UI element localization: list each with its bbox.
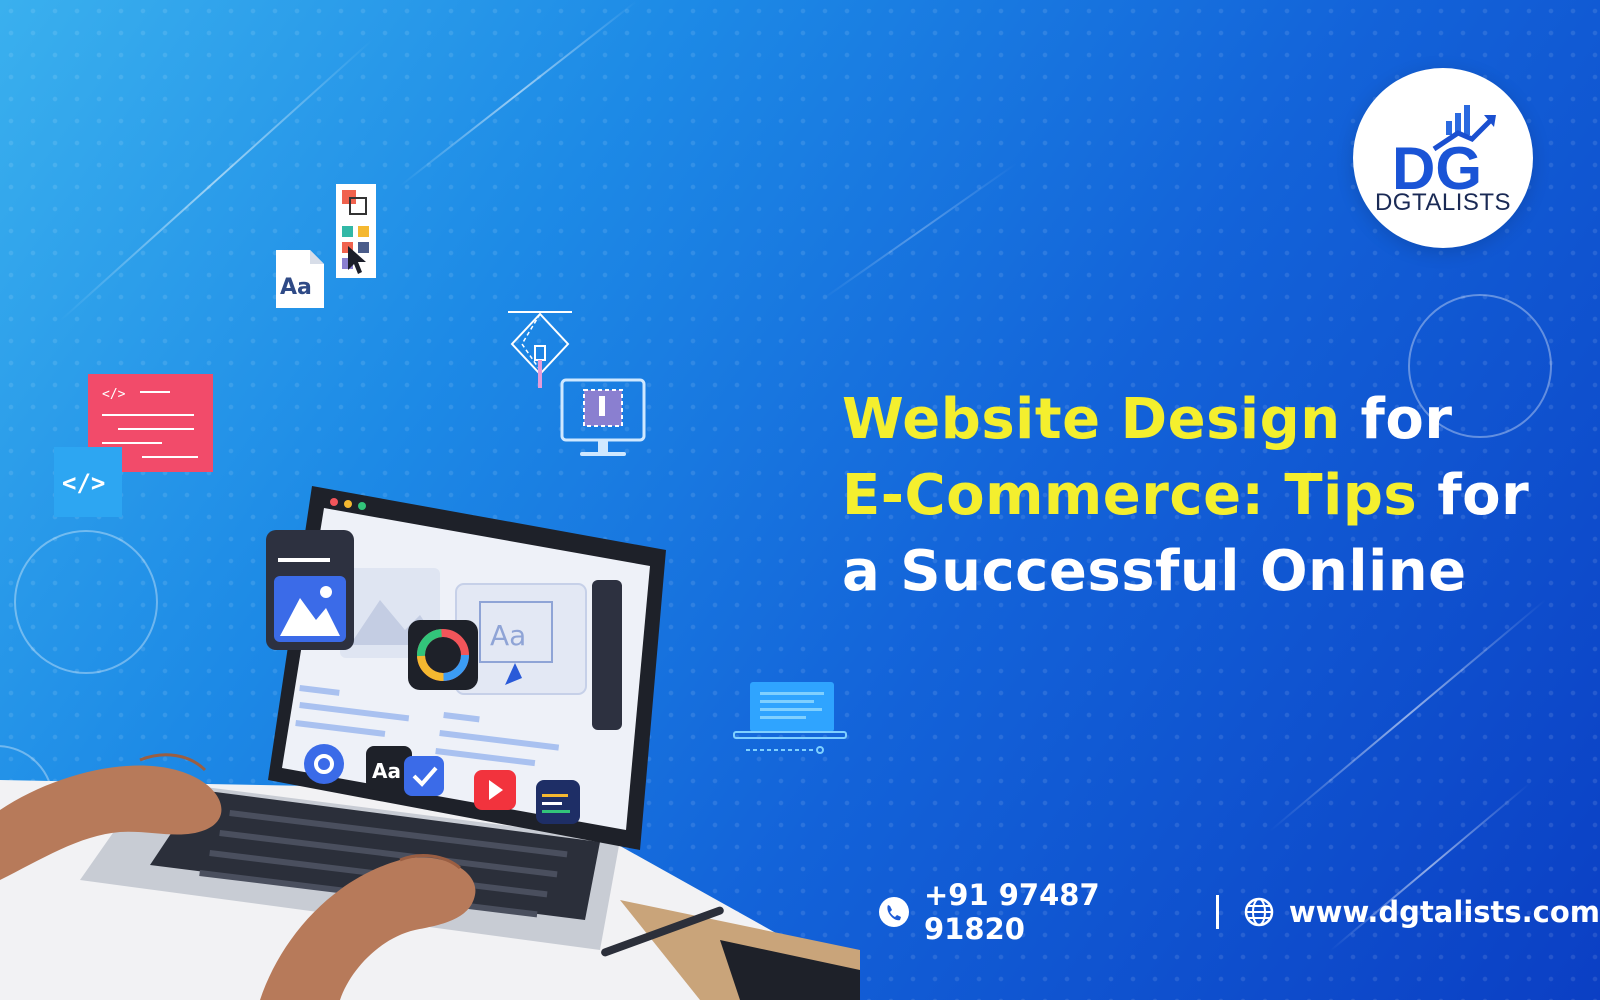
headline-line-1: Website Design for (842, 382, 1582, 458)
globe-icon (1243, 896, 1275, 928)
headline-highlight: E-Commerce: Tips (842, 463, 1418, 528)
color-palette-icon (336, 184, 376, 278)
screen-font-text: Aa (490, 619, 526, 652)
headline-line-2: E-Commerce: Tips for (842, 458, 1582, 534)
monitor-icon (560, 378, 646, 462)
logo-mark: DG (1388, 103, 1498, 202)
headline-line-3: a Successful Online (842, 539, 1467, 604)
logo-chart-icon: DG (1392, 105, 1496, 202)
contact-bar: +91 97487 91820 www.dgtalists.com (878, 878, 1600, 946)
font-card-text: Aa (280, 275, 312, 300)
headline-text: for (1417, 463, 1530, 528)
brand-logo: DG DGTALISTS (1353, 68, 1533, 248)
headline-text: for (1340, 387, 1453, 452)
headline: Website Design for E-Commerce: Tips for … (842, 382, 1582, 610)
laptop-illustration: Aa Aa (0, 480, 860, 1000)
dock-font-text: Aa (372, 759, 401, 783)
website-link[interactable]: www.dgtalists.com (1289, 895, 1600, 929)
font-icon: Aa (276, 250, 324, 308)
contact-separator (1216, 895, 1219, 929)
phone-icon (878, 896, 910, 928)
phone-number[interactable]: +91 97487 91820 (924, 878, 1188, 946)
code-doc-text: </> (102, 387, 126, 402)
headline-highlight: Website Design (842, 387, 1341, 452)
logo-letters: DG (1392, 135, 1482, 195)
banner: DG DGTALISTS Website Design for E-Commer… (0, 0, 1600, 1000)
